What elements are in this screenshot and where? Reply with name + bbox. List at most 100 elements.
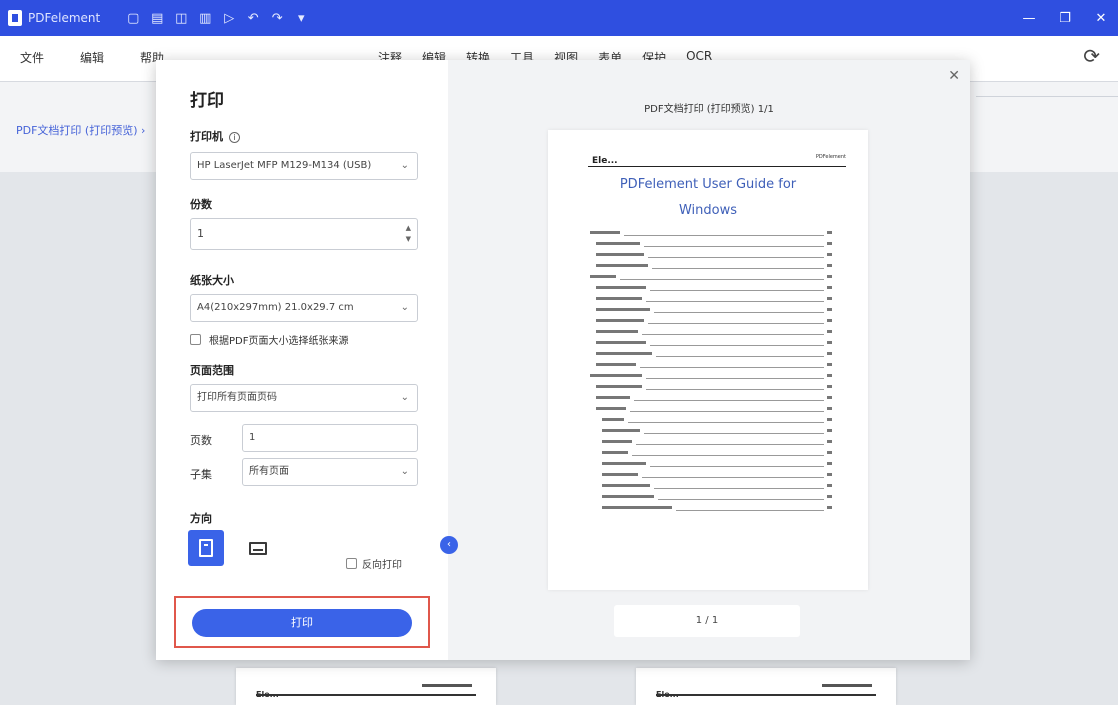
paper-size-select[interactable]: A4(210x297mm) 21.0x29.7 cm ⌄ [190, 294, 418, 322]
ocr-icon[interactable]: ↷ [266, 11, 288, 26]
preview-logo: Ele... [592, 156, 618, 166]
toc-line [590, 274, 832, 285]
toc-page-number [827, 473, 832, 476]
toc-entry-text [596, 297, 642, 300]
toc-entry-text [596, 341, 646, 344]
chevron-down-icon: ⌄ [400, 466, 409, 477]
print-dialog: 打印 打印机 i HP LaserJet MFP M129-M134 (USB) … [156, 60, 970, 660]
toc-leader [630, 411, 824, 412]
toc-leader [654, 312, 824, 313]
page-thumbnail[interactable]: Ele... [636, 668, 896, 705]
window-controls: — ❐ ✕ [1020, 11, 1110, 26]
toc-leader [646, 301, 824, 302]
landscape-button[interactable] [240, 530, 276, 566]
page-thumbnail[interactable]: Ele... [236, 668, 496, 705]
toc-entry-text [602, 418, 624, 421]
toc-entry-text [596, 407, 626, 410]
table-of-contents [590, 230, 832, 516]
close-icon[interactable]: ✕ [948, 68, 960, 84]
toc-leader [640, 367, 824, 368]
toc-page-number [827, 506, 832, 509]
paper-size-label: 纸张大小 [190, 274, 234, 287]
printer-label-text: 打印机 [190, 130, 223, 143]
reverse-checkbox[interactable] [346, 558, 357, 569]
subset-select[interactable]: 所有页面 ⌄ [242, 458, 418, 486]
print-button-highlight: 打印 [174, 596, 430, 648]
toc-entry-text [602, 484, 650, 487]
toc-entry-text [602, 462, 646, 465]
toc-line [590, 351, 832, 362]
pages-input[interactable]: 1 [242, 424, 418, 452]
toc-page-number [827, 385, 832, 388]
printer-label: 打印机 i [190, 128, 240, 144]
auto-paper-source-option[interactable]: 根据PDF页面大小选择纸张来源 [190, 332, 348, 347]
maximize-icon[interactable]: ❐ [1056, 11, 1074, 26]
menu-edit[interactable]: 编辑 [80, 49, 104, 66]
close-window-icon[interactable]: ✕ [1092, 11, 1110, 26]
page-indicator[interactable]: 1 / 1 [614, 605, 800, 637]
account-icon[interactable]: ⟳ [1083, 44, 1100, 68]
pin-icon[interactable]: ▾ [290, 11, 312, 26]
toc-line [590, 406, 832, 417]
copies-stepper[interactable]: 1 ▲ ▼ [190, 218, 418, 250]
toc-page-number [827, 451, 832, 454]
toc-page-number [827, 286, 832, 289]
printer-select[interactable]: HP LaserJet MFP M129-M134 (USB) ⌄ [190, 152, 418, 180]
undo-icon[interactable]: ◫ [170, 11, 192, 26]
toc-line [590, 384, 832, 395]
toc-entry-text [602, 429, 640, 432]
chevron-down-icon: ⌄ [400, 302, 409, 313]
toc-page-number [827, 253, 832, 256]
collapse-panel-button[interactable]: ‹ [440, 536, 458, 554]
subset-label: 子集 [190, 468, 212, 481]
document-breadcrumb[interactable]: PDF文档打印 (打印预览) › [16, 122, 145, 138]
menu-file[interactable]: 文件 [20, 49, 44, 66]
title-bar: PDFelement ▢ ▤ ◫ ▥ ▷ ↶ ↷ ▾ — ❐ ✕ [0, 0, 1118, 36]
toc-entry-text [596, 396, 630, 399]
auto-paper-checkbox[interactable] [190, 334, 201, 345]
preview-doc-title: PDFelement User Guide for Windows [619, 177, 797, 218]
toc-leader [646, 378, 824, 379]
toc-entry-text [596, 264, 648, 267]
toc-entry-text [590, 374, 642, 377]
stepper-arrows-icon[interactable]: ▲ ▼ [406, 223, 411, 245]
toc-entry-text [596, 242, 640, 245]
toc-line [590, 362, 832, 373]
save-icon[interactable]: ▢ [122, 11, 144, 26]
print-button[interactable]: 打印 [192, 609, 412, 637]
toc-leader [654, 488, 824, 489]
toc-page-number [827, 363, 832, 366]
toc-line [590, 505, 832, 516]
toc-leader [644, 433, 824, 434]
arrow-icon[interactable]: ↶ [242, 11, 264, 26]
toc-page-number [827, 374, 832, 377]
copies-value: 1 [197, 227, 204, 240]
toc-line [590, 252, 832, 263]
toc-leader [642, 334, 824, 335]
share-icon[interactable]: ▷ [218, 11, 240, 26]
preview-header-right: PDFelement [815, 154, 846, 160]
toc-page-number [827, 440, 832, 443]
reverse-print-option[interactable]: 反向打印 [346, 556, 402, 571]
toc-page-number [827, 308, 832, 311]
redo-icon[interactable]: ▥ [194, 11, 216, 26]
portrait-button[interactable] [188, 530, 224, 566]
preview-header: PDF文档打印 (打印预览) 1/1 [644, 104, 774, 115]
toc-leader [646, 389, 824, 390]
minimize-icon[interactable]: — [1020, 11, 1038, 26]
toc-leader [642, 477, 824, 478]
toc-line [590, 285, 832, 296]
print-settings-panel: 打印 打印机 i HP LaserJet MFP M129-M134 (USB) … [156, 60, 458, 660]
toc-entry-text [596, 253, 644, 256]
paper-size-value: A4(210x297mm) 21.0x29.7 cm [197, 302, 354, 313]
toc-entry-text [596, 352, 652, 355]
print-icon[interactable]: ▤ [146, 11, 168, 26]
page-range-value: 打印所有页面页码 [197, 392, 277, 403]
info-icon[interactable]: i [229, 131, 240, 143]
toc-line [590, 439, 832, 450]
chevron-down-icon: ⌄ [400, 160, 409, 171]
toc-leader [650, 290, 824, 291]
page-range-select[interactable]: 打印所有页面页码 ⌄ [190, 384, 418, 412]
app-logo-icon [8, 10, 22, 26]
toc-leader [648, 257, 824, 258]
